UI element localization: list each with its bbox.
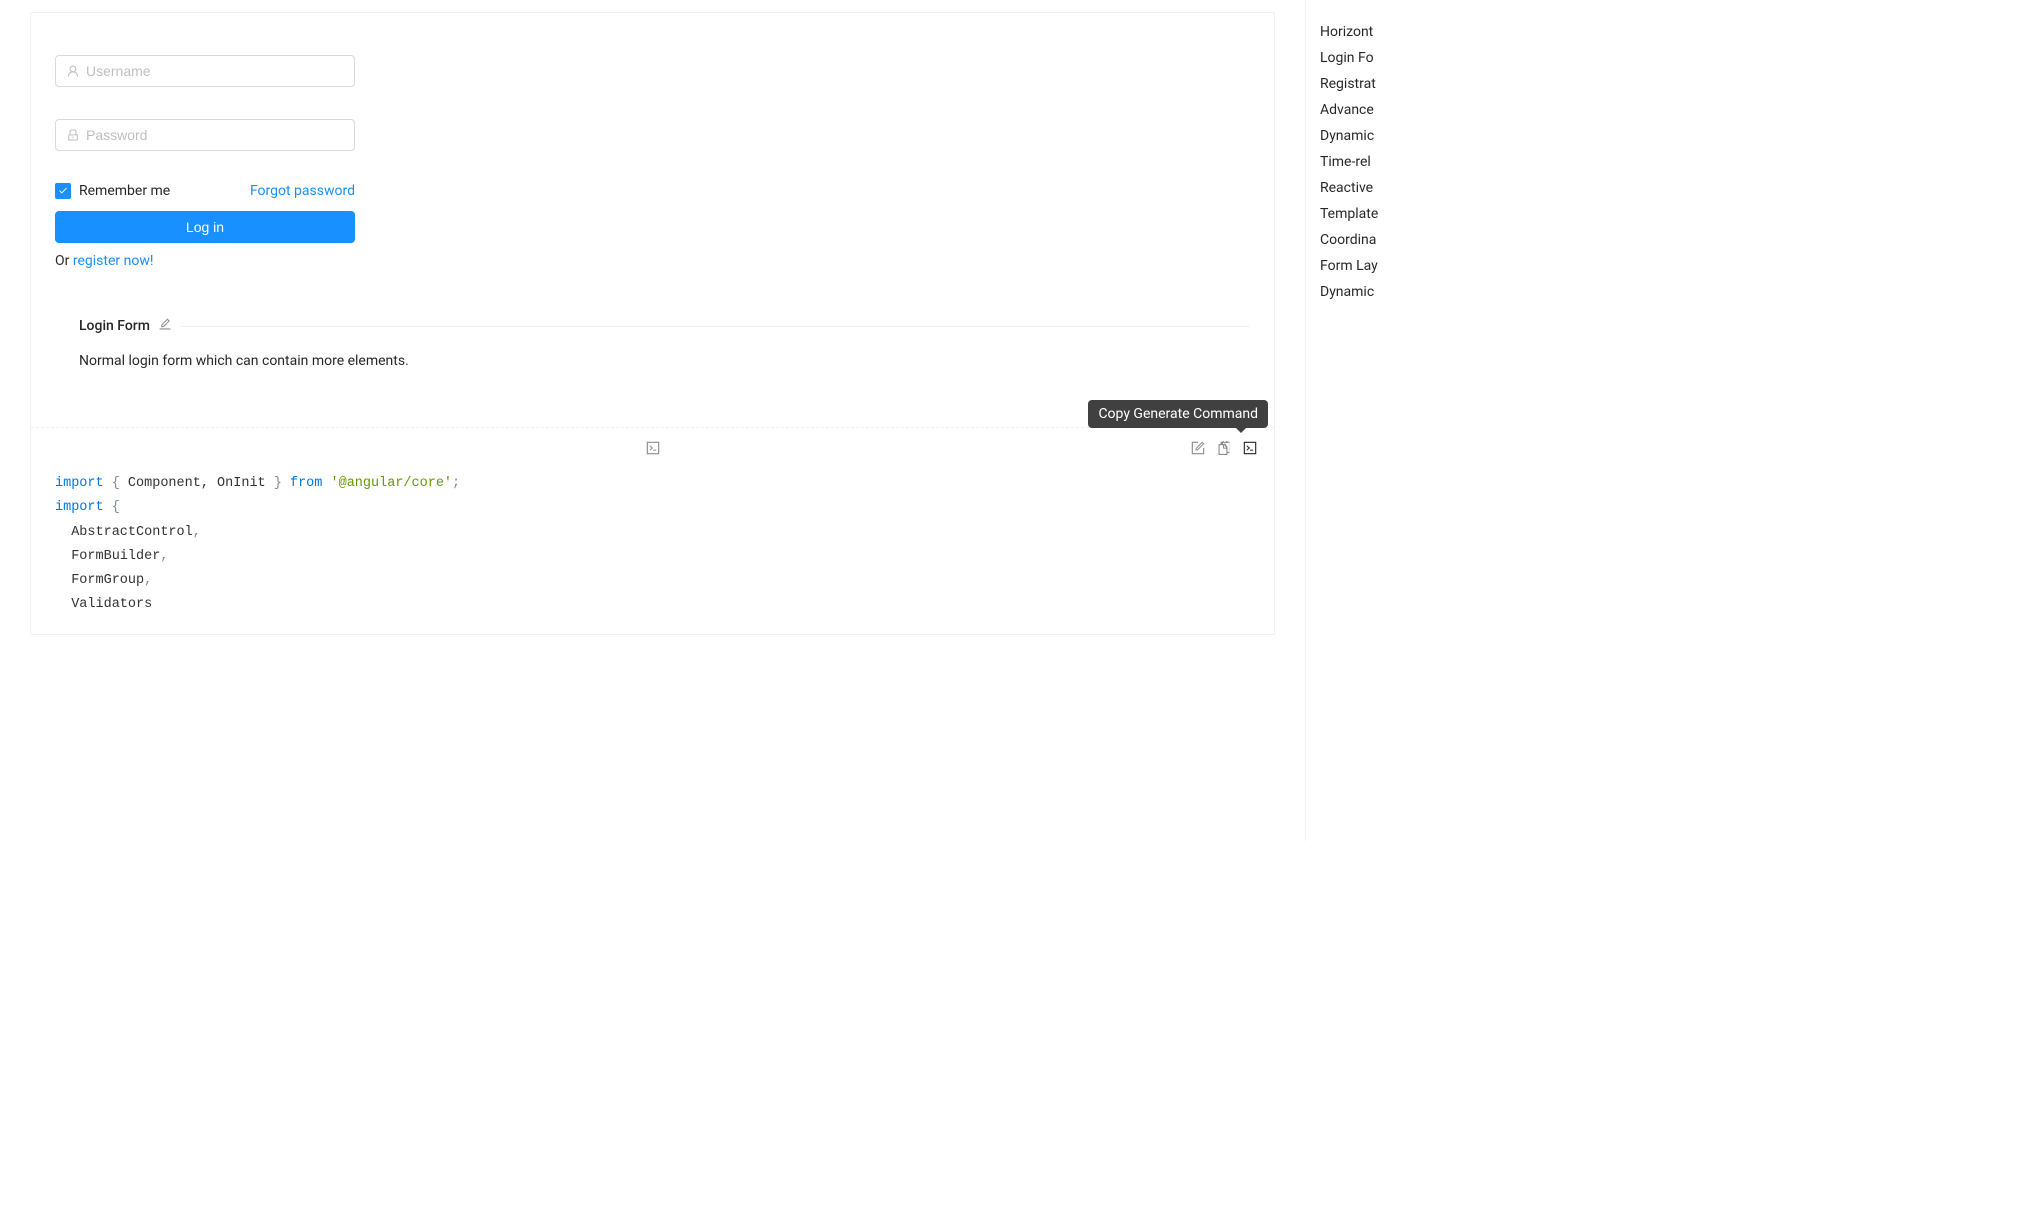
tooltip-copy-generate: Copy Generate Command [1088, 400, 1268, 428]
edit-icon[interactable] [158, 317, 172, 335]
main-content: Remember me Forgot password Log in Or re… [0, 0, 1305, 841]
check-icon [58, 186, 68, 196]
code-actions-bar: Copy Generate Command [31, 427, 1274, 456]
nav-item-form-layout[interactable]: Form Lay [1320, 254, 1400, 278]
code-expand-icon [645, 440, 661, 456]
section-title: Login Form [79, 318, 150, 334]
nav-item-template[interactable]: Template [1320, 202, 1400, 226]
form-edit-icon [1190, 440, 1206, 456]
code-block: import { Component, OnInit } from '@angu… [31, 456, 1274, 634]
nav-item-time-related[interactable]: Time-rel [1320, 150, 1400, 174]
snippets-icon [1216, 440, 1232, 456]
nav-item-registration[interactable]: Registrat [1320, 72, 1400, 96]
lock-icon [66, 128, 80, 142]
terminal-button[interactable] [1242, 440, 1258, 460]
forgot-password-link[interactable]: Forgot password [250, 183, 355, 199]
username-input[interactable] [55, 55, 355, 87]
demo-card: Remember me Forgot password Log in Or re… [30, 12, 1275, 635]
nav-item-horizontal[interactable]: Horizont [1320, 20, 1400, 44]
nav-item-advanced[interactable]: Advance [1320, 98, 1400, 122]
username-field-wrapper [55, 55, 355, 87]
nav-item-login-form[interactable]: Login Fo [1320, 46, 1400, 70]
remember-me-checkbox[interactable]: Remember me [55, 183, 170, 199]
copy-code-button[interactable] [1216, 440, 1232, 460]
password-field-wrapper [55, 119, 355, 151]
user-icon [66, 64, 80, 78]
section-description: Normal login form which can contain more… [55, 335, 1250, 369]
nav-item-dynamic[interactable]: Dynamic [1320, 124, 1400, 148]
register-row: Or register now! [55, 253, 355, 269]
nav-item-coordinated[interactable]: Coordina [1320, 228, 1400, 252]
password-input[interactable] [55, 119, 355, 151]
section-header: Login Form [55, 317, 1250, 335]
expand-code-button[interactable] [645, 440, 661, 456]
nav-item-dynamic-2[interactable]: Dynamic [1320, 280, 1400, 304]
login-form: Remember me Forgot password Log in Or re… [55, 55, 355, 269]
side-nav: Horizont Login Fo Registrat Advance Dyna… [1305, 0, 1400, 841]
remember-me-label: Remember me [79, 183, 170, 199]
register-link[interactable]: register now! [73, 253, 154, 269]
code-icon [1242, 440, 1258, 456]
login-button[interactable]: Log in [55, 211, 355, 243]
edit-code-button[interactable] [1190, 440, 1206, 460]
nav-item-reactive[interactable]: Reactive [1320, 176, 1400, 200]
or-text: Or [55, 253, 73, 269]
